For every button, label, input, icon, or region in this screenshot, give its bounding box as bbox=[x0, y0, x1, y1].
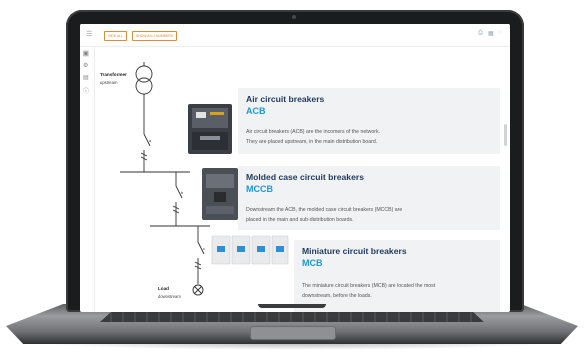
acb-description-line-2: They are placed upstream, in the main di… bbox=[246, 139, 378, 145]
camera-icon bbox=[292, 15, 296, 19]
mcb-description-line-2: downstream, before the loads. bbox=[302, 293, 372, 299]
acb-abbreviation: ACB bbox=[246, 106, 266, 116]
mcb-description-line-1: The miniature circuit breakers (MCB) are… bbox=[302, 283, 436, 289]
acb-title: Air circuit breakers bbox=[246, 94, 325, 104]
user-icon[interactable]: ◌ bbox=[498, 30, 502, 36]
transformer-coil-upper bbox=[135, 65, 153, 83]
menu-icon[interactable]: ☰ bbox=[86, 30, 92, 38]
breaker-mark-b: b bbox=[181, 190, 184, 195]
grid-icon[interactable]: ▦ bbox=[488, 30, 494, 37]
mcb-title: Miniature circuit breakers bbox=[302, 246, 407, 256]
show-numbers-button[interactable]: SHOW ALL / NUMBERS bbox=[132, 31, 177, 41]
laptop-trackpad bbox=[250, 326, 336, 340]
mccb-card: Molded case circuit breakers MCCB Downst… bbox=[238, 166, 500, 230]
print-icon[interactable]: ⎙ bbox=[478, 30, 483, 37]
mcb-abbreviation: MCB bbox=[302, 258, 323, 268]
acb-product-image bbox=[188, 104, 232, 154]
top-bar: ☰ HIDE ALL SHOW ALL / NUMBERS ⎙ ▦ ◌ bbox=[80, 24, 510, 47]
load-sublabel: downstream bbox=[158, 294, 181, 299]
mccb-title: Molded case circuit breakers bbox=[246, 172, 364, 182]
mcb-product-image bbox=[211, 235, 289, 265]
mccb-description-line-2: placed in the main and sub-distribution … bbox=[246, 217, 354, 223]
transformer-label: Transformer bbox=[100, 72, 127, 77]
load-label: Load bbox=[158, 286, 169, 291]
mccb-abbreviation: MCCB bbox=[246, 184, 273, 194]
transformer-coil-lower bbox=[135, 77, 153, 95]
mccb-description-line-1: Downstream the ACB, the molded case circ… bbox=[246, 207, 403, 213]
mccb-product-image bbox=[202, 168, 238, 220]
transformer-sublabel: upstream bbox=[100, 80, 118, 85]
scrollbar[interactable] bbox=[504, 124, 507, 146]
mcb-card: Miniature circuit breakers MCB The minia… bbox=[294, 240, 500, 312]
acb-description-line-1: Air circuit breakers (ACB) are the incom… bbox=[246, 129, 381, 135]
laptop-hinge bbox=[258, 304, 326, 308]
breaker-mark-a: a bbox=[149, 138, 152, 143]
laptop-lid: ☰ HIDE ALL SHOW ALL / NUMBERS ⎙ ▦ ◌ ▣ ⚙ … bbox=[66, 10, 524, 312]
acb-card: Air circuit breakers ACB Air circuit bre… bbox=[238, 88, 500, 154]
hide-all-button[interactable]: HIDE ALL bbox=[104, 31, 127, 41]
breaker-mark-c: c bbox=[203, 246, 205, 251]
laptop-screen: ☰ HIDE ALL SHOW ALL / NUMBERS ⎙ ▦ ◌ ▣ ⚙ … bbox=[80, 24, 510, 312]
